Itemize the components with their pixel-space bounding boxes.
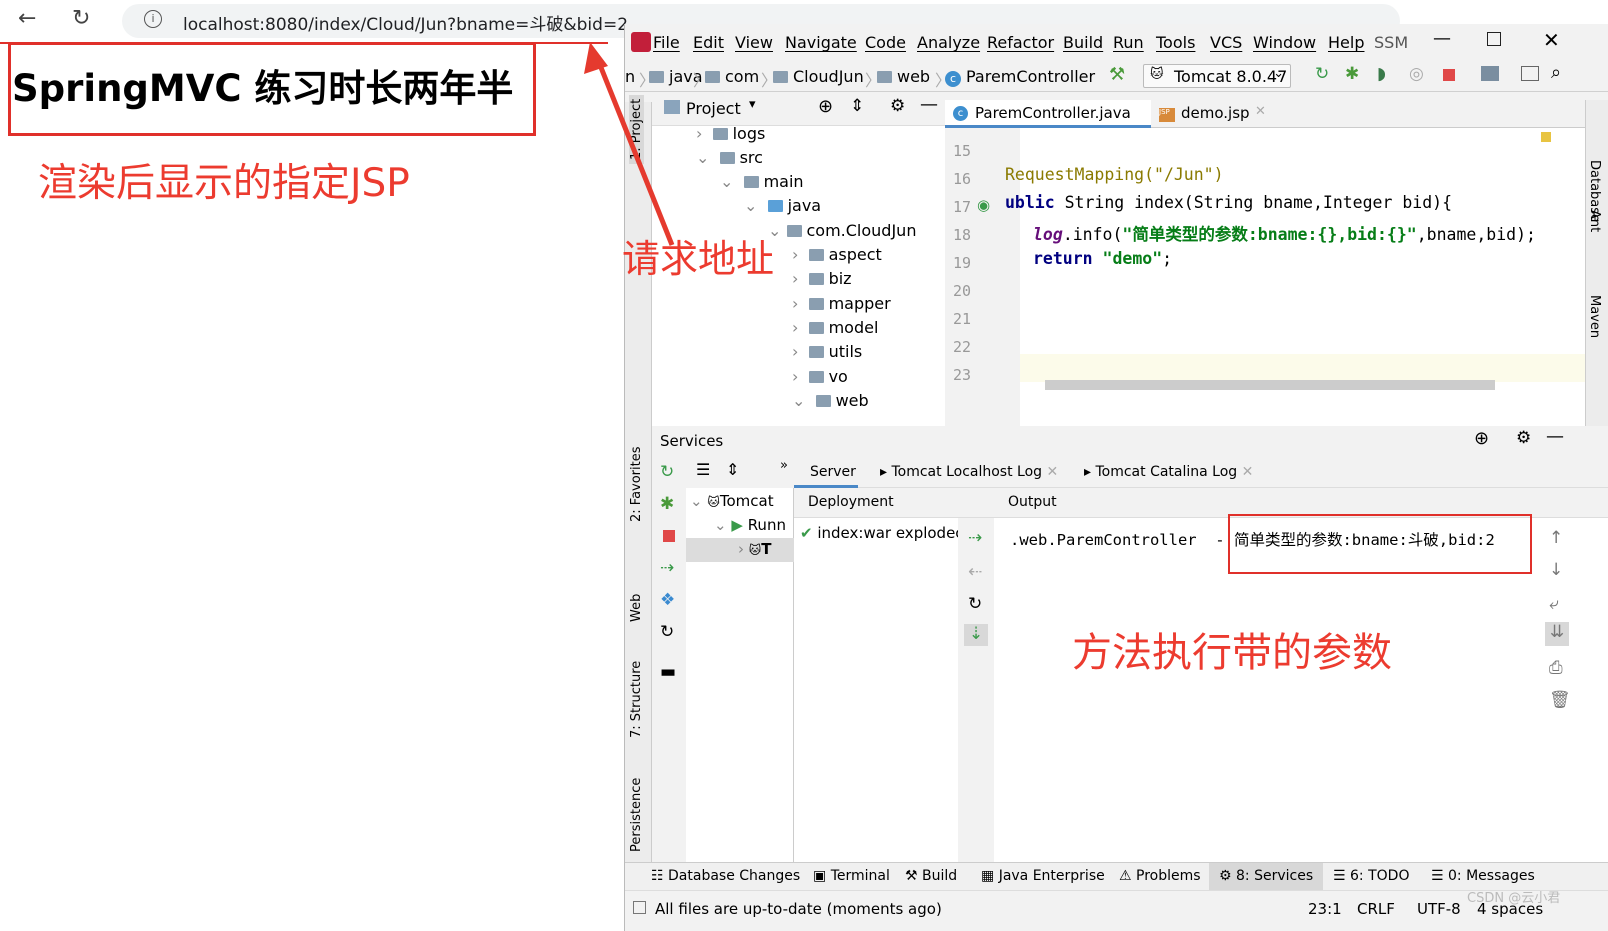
annotation-arrow (584, 42, 675, 246)
annotation-request-url: 请求地址 (622, 237, 775, 281)
annotation-method-params: 方法执行带的参数 (1072, 630, 1392, 676)
